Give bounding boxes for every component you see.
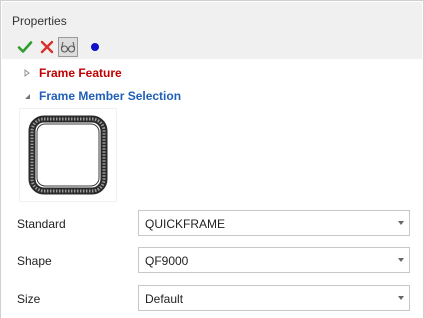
shape-label: Shape xyxy=(17,254,52,268)
profile-shape-image xyxy=(28,115,108,195)
standard-select[interactable]: QUICKFRAME xyxy=(138,210,410,236)
profile-preview-thumbnail[interactable] xyxy=(19,108,117,202)
properties-panel: Properties Frame Feature Frame Member Se… xyxy=(0,0,424,318)
size-value: Default xyxy=(145,292,184,306)
section-label-frame-member-selection: Frame Member Selection xyxy=(39,89,182,103)
chevron-down-icon xyxy=(398,296,404,300)
close-icon xyxy=(40,40,54,54)
shape-field-row: Shape QF9000 xyxy=(1,247,424,277)
standard-field-row: Standard QUICKFRAME xyxy=(1,210,424,240)
chevron-down-icon xyxy=(398,258,404,262)
section-frame-member-selection[interactable]: Frame Member Selection xyxy=(2,85,422,107)
blue-dot-icon xyxy=(91,43,99,51)
ok-button[interactable] xyxy=(15,37,35,57)
panel-header: Properties xyxy=(2,2,422,59)
size-select[interactable]: Default xyxy=(138,285,410,311)
size-field-row: Size Default xyxy=(1,285,424,315)
cancel-button[interactable] xyxy=(37,37,57,57)
preview-toggle-button[interactable] xyxy=(58,37,78,57)
collapse-triangle-icon[interactable] xyxy=(22,91,32,101)
panel-title: Properties xyxy=(12,14,67,28)
section-label-frame-feature: Frame Feature xyxy=(39,66,122,80)
size-label: Size xyxy=(17,292,41,306)
standard-value: QUICKFRAME xyxy=(145,217,226,231)
shape-select[interactable]: QF9000 xyxy=(138,247,410,273)
glasses-icon xyxy=(60,41,76,53)
shape-value: QF9000 xyxy=(145,254,189,268)
expand-triangle-icon[interactable] xyxy=(22,68,32,78)
standard-label: Standard xyxy=(17,217,66,231)
chevron-down-icon xyxy=(398,221,404,225)
status-dot-button[interactable] xyxy=(85,37,105,57)
checkmark-icon xyxy=(17,41,33,53)
section-frame-feature[interactable]: Frame Feature xyxy=(2,62,422,84)
